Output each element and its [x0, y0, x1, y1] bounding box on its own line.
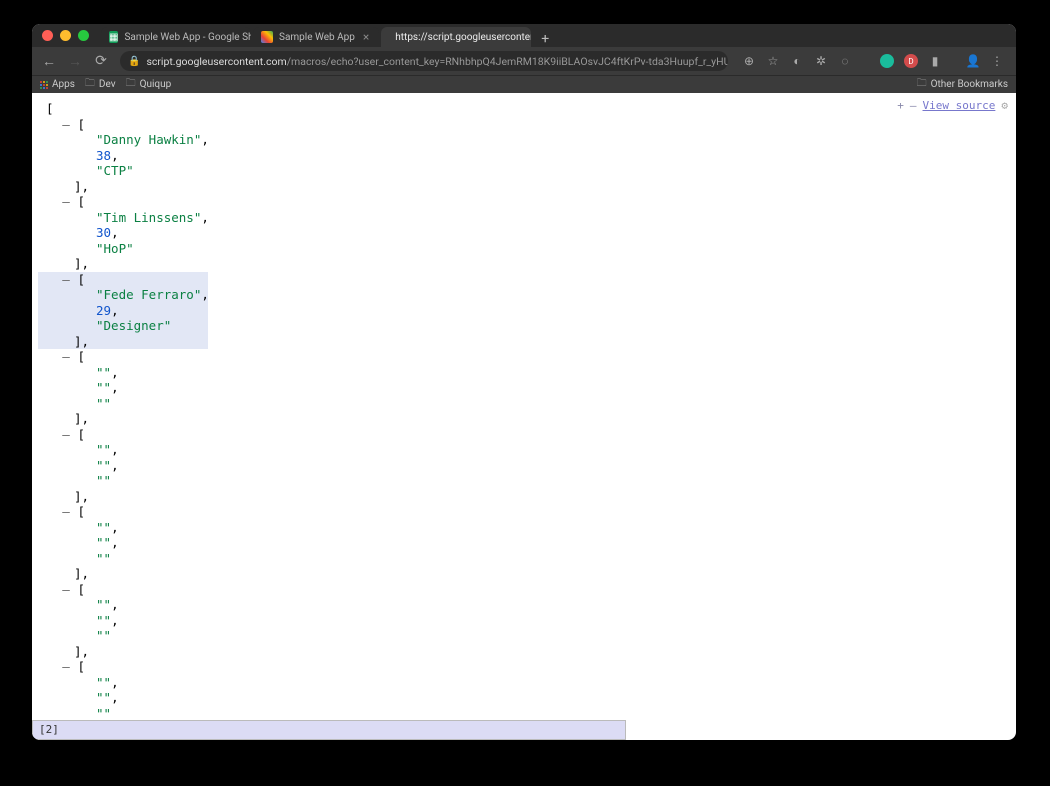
extension-icon[interactable]: ✲	[814, 54, 828, 68]
apps-icon	[40, 81, 48, 89]
tab-strip: ▦ Sample Web App - Google Shee × Sample …	[101, 24, 557, 47]
folder-icon: 🗀	[126, 76, 136, 93]
maximize-window-button[interactable]	[78, 30, 89, 41]
bookmarks-bar: Apps 🗀 Dev 🗀 Quiqup 🗀 Other Bookmarks	[32, 75, 1016, 93]
extension-icon[interactable]: ◐	[790, 54, 804, 68]
bookmark-folder-quiqup[interactable]: 🗀 Quiqup	[126, 76, 172, 93]
bookmark-folder-dev[interactable]: 🗀 Dev	[85, 76, 116, 93]
new-tab-button[interactable]: +	[533, 31, 557, 47]
extension-icon[interactable]: D	[904, 54, 918, 68]
browser-window: ▦ Sample Web App - Google Shee × Sample …	[32, 24, 1016, 740]
menu-icon[interactable]: ⋮	[990, 54, 1004, 68]
collapse-all-button[interactable]: –	[910, 98, 917, 114]
close-window-button[interactable]	[42, 30, 53, 41]
other-bookmarks[interactable]: 🗀 Other Bookmarks	[917, 76, 1008, 93]
status-text: [2]	[39, 723, 59, 736]
apps-button[interactable]: Apps	[40, 79, 75, 90]
extension-icon[interactable]: ▮	[928, 54, 942, 68]
appsscript-icon	[261, 31, 273, 43]
view-source-link[interactable]: View source	[923, 98, 996, 114]
sheets-icon: ▦	[109, 31, 118, 43]
json-viewer-tools: + – View source ⚙	[893, 97, 1012, 115]
tab-title: Sample Web App - Google Shee	[124, 32, 251, 43]
url-domain: script.googleusercontent.com	[146, 55, 286, 68]
bookmark-label: Quiqup	[140, 79, 172, 90]
folder-icon: 🗀	[917, 76, 927, 93]
gear-icon[interactable]: ⚙	[1001, 98, 1008, 114]
json-viewer[interactable]: [– ["Danny Hawkin",38,"CTP"],– ["Tim Lin…	[32, 93, 1016, 720]
expand-all-button[interactable]: +	[897, 98, 904, 114]
tab-0[interactable]: ▦ Sample Web App - Google Shee ×	[101, 27, 251, 47]
star-icon[interactable]: ☆	[766, 54, 780, 68]
bookmark-label: Other Bookmarks	[931, 79, 1008, 90]
titlebar: ▦ Sample Web App - Google Shee × Sample …	[32, 24, 1016, 47]
bookmark-label: Dev	[99, 79, 116, 90]
extension-icon[interactable]: ◌	[838, 54, 852, 68]
window-controls	[42, 30, 89, 41]
extension-icon[interactable]	[880, 54, 894, 68]
minimize-window-button[interactable]	[60, 30, 71, 41]
toolbar: ← → ⟳ 🔒 script.googleusercontent.com/mac…	[32, 47, 1016, 75]
folder-icon: 🗀	[85, 76, 95, 93]
tab-title: https://script.googleusercontent	[395, 32, 531, 43]
lock-icon: 🔒	[128, 56, 140, 67]
tab-1[interactable]: Sample Web App ×	[253, 27, 379, 47]
profile-icon[interactable]: 👤	[966, 54, 980, 68]
toolbar-right-icons: ⊕ ☆ ◐ ✲ ◌ D ▮ 👤 ⋮	[736, 54, 1010, 68]
tab-title: Sample Web App	[279, 32, 355, 43]
tab-2[interactable]: https://script.googleusercontent ×	[381, 27, 531, 47]
close-icon[interactable]: ×	[361, 30, 371, 44]
zoom-icon[interactable]: ⊕	[742, 54, 756, 68]
page-content[interactable]: + – View source ⚙ [– ["Danny Hawkin",38,…	[32, 93, 1016, 720]
reload-button[interactable]: ⟳	[90, 50, 112, 72]
address-bar[interactable]: 🔒 script.googleusercontent.com/macros/ec…	[120, 51, 728, 71]
url-path: /macros/echo?user_content_key=RNhbhpQ4Je…	[287, 55, 728, 68]
apps-label: Apps	[52, 79, 75, 90]
status-bar: [2]	[32, 720, 626, 740]
back-button[interactable]: ←	[38, 50, 60, 72]
forward-button[interactable]: →	[64, 50, 86, 72]
